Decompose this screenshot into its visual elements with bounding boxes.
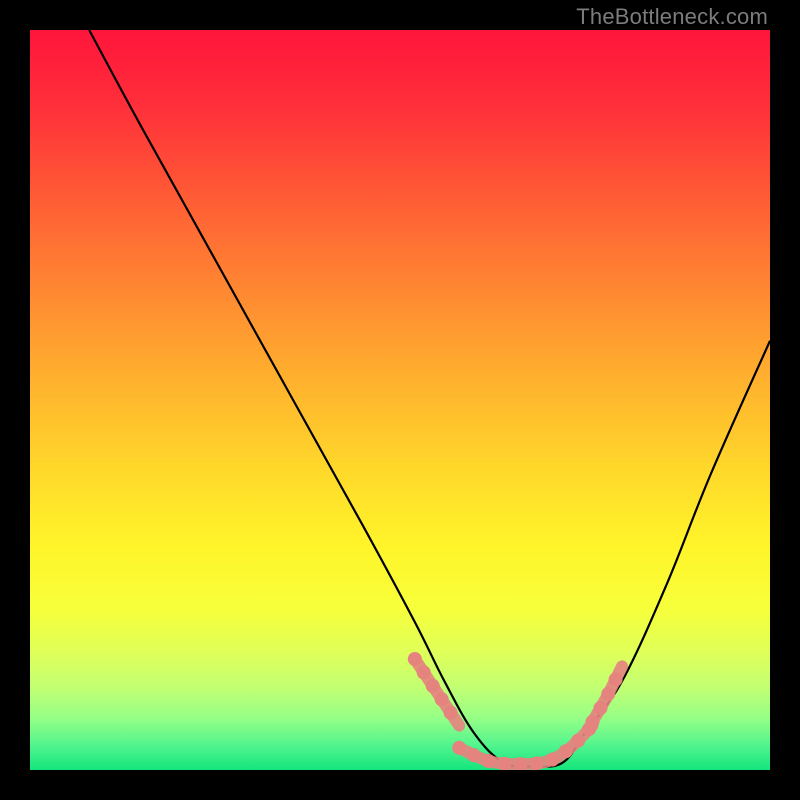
- chart-frame: TheBottleneck.com: [0, 0, 800, 800]
- highlight-band: [415, 659, 622, 764]
- curve-layer: [30, 30, 770, 770]
- bottleneck-curve: [89, 30, 770, 767]
- watermark-text: TheBottleneck.com: [576, 4, 768, 30]
- plot-area: [30, 30, 770, 770]
